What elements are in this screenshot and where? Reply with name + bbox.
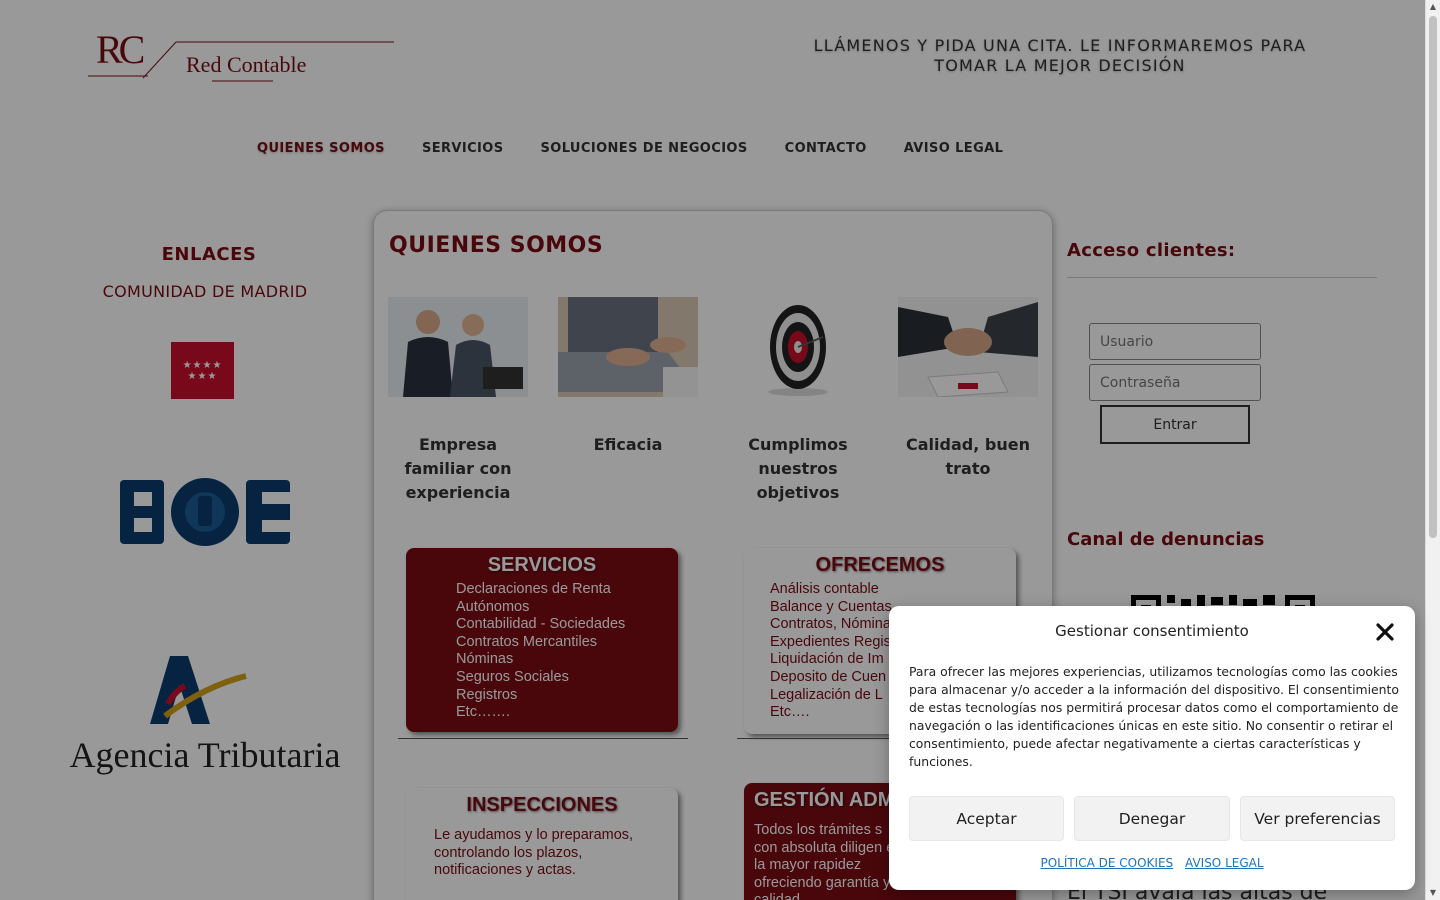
consent-links: POLÍTICA DE COOKIES AVISO LEGAL [889,856,1415,870]
accept-button[interactable]: Aceptar [909,796,1064,841]
page-scrollbar[interactable]: ▲ ▼ [1425,0,1440,900]
scrollbar-thumb[interactable] [1429,16,1437,538]
legal-notice-link[interactable]: AVISO LEGAL [1185,856,1264,870]
cookie-consent-dialog: Gestionar consentimiento Para ofrecer la… [889,606,1415,890]
close-icon[interactable] [1373,620,1397,644]
consent-text: Para ofrecer las mejores experiencias, u… [909,664,1399,769]
preferences-button[interactable]: Ver preferencias [1240,796,1395,841]
consent-title: Gestionar consentimiento [1055,622,1249,640]
deny-button[interactable]: Denegar [1074,796,1230,841]
scroll-down-icon[interactable]: ▼ [1426,886,1440,900]
scroll-up-icon[interactable]: ▲ [1426,0,1440,14]
cookie-policy-link[interactable]: POLÍTICA DE COOKIES [1040,856,1173,870]
